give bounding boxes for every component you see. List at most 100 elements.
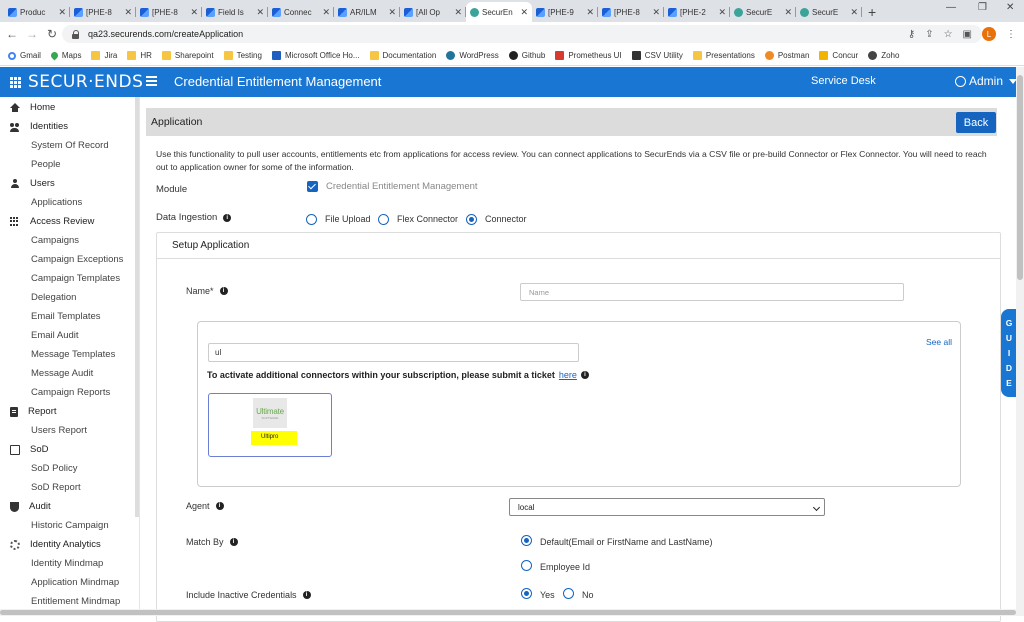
- info-icon[interactable]: i: [215, 502, 224, 510]
- close-tab-icon[interactable]: ✕: [652, 7, 660, 18]
- bookmark-item[interactable]: Github: [508, 51, 545, 60]
- browser-tab[interactable]: [PHE-8 ✕: [598, 2, 664, 22]
- bookmark-item[interactable]: Sharepoint: [161, 51, 214, 60]
- close-tab-icon[interactable]: ✕: [784, 7, 792, 18]
- close-tab-icon[interactable]: ✕: [256, 7, 264, 18]
- browser-tab[interactable]: [PHE-9 ✕: [532, 2, 598, 22]
- close-tab-icon[interactable]: ✕: [124, 7, 132, 18]
- page-vertical-scrollbar[interactable]: [1016, 67, 1024, 616]
- module-checkbox[interactable]: [307, 181, 318, 192]
- close-window-icon[interactable]: ✕: [1006, 2, 1014, 13]
- sidebar-item[interactable]: People: [0, 155, 139, 174]
- sidebar-item[interactable]: Email Audit: [0, 326, 139, 345]
- sidebar-item[interactable]: Application Mindmap: [0, 573, 139, 592]
- browser-tab[interactable]: Connec ✕: [268, 2, 334, 22]
- info-icon[interactable]: i: [302, 591, 311, 599]
- bookmark-item[interactable]: Microsoft Office Ho...: [271, 51, 360, 60]
- sidebar-item[interactable]: Email Templates: [0, 307, 139, 326]
- submit-ticket-link[interactable]: here: [559, 370, 577, 380]
- sidebar-item[interactable]: Campaign Exceptions: [0, 250, 139, 269]
- sidebar-item[interactable]: Campaign Reports: [0, 383, 139, 402]
- sidepanel-icon[interactable]: ▣: [963, 29, 972, 40]
- close-tab-icon[interactable]: ✕: [388, 7, 396, 18]
- bookmark-item[interactable]: HR: [127, 51, 152, 60]
- restore-icon[interactable]: ❐: [978, 2, 987, 13]
- sidebar-item[interactable]: Campaign Templates: [0, 269, 139, 288]
- bookmark-item[interactable]: Gmail: [8, 51, 41, 60]
- bookmark-item[interactable]: Testing: [223, 51, 262, 60]
- bookmark-item[interactable]: Postman: [764, 51, 809, 60]
- sidebar-item[interactable]: System Of Record: [0, 136, 139, 155]
- browser-tab[interactable]: SecurEn ✕: [466, 2, 532, 22]
- info-icon[interactable]: i: [219, 287, 228, 295]
- sidebar-item[interactable]: Audit: [0, 497, 139, 516]
- guide-tab[interactable]: GUIDE: [1001, 309, 1017, 397]
- sidebar-item[interactable]: SoD Report: [0, 478, 139, 497]
- close-tab-icon[interactable]: ✕: [586, 7, 594, 18]
- browser-tab[interactable]: Field Is ✕: [202, 2, 268, 22]
- forward-arrow-icon[interactable]: →: [24, 27, 40, 41]
- close-tab-icon[interactable]: ✕: [190, 7, 198, 18]
- back-button[interactable]: Back: [956, 112, 996, 133]
- name-input[interactable]: Name: [520, 283, 904, 301]
- info-icon[interactable]: i: [229, 538, 238, 546]
- browser-tab[interactable]: [All Op ✕: [400, 2, 466, 22]
- browser-tab[interactable]: AR/ILM ✕: [334, 2, 400, 22]
- connector-card-ultipro[interactable]: Ultimate SOFTWARE Ultipro: [208, 393, 332, 457]
- sidebar-item[interactable]: Historic Campaign: [0, 516, 139, 535]
- browser-tab[interactable]: [PHE-8 ✕: [136, 2, 202, 22]
- admin-menu[interactable]: Admin: [955, 74, 1018, 88]
- bookmark-item[interactable]: Concur: [819, 51, 858, 60]
- sidebar-item[interactable]: Identity Mindmap: [0, 554, 139, 573]
- radio-file-upload[interactable]: [306, 214, 317, 225]
- url-field[interactable]: qa23.securends.com/createApplication: [62, 25, 982, 43]
- radio-inactive-no[interactable]: [563, 588, 574, 599]
- bookmark-item[interactable]: Presentations: [692, 51, 755, 60]
- radio-connector[interactable]: [466, 214, 477, 225]
- reload-icon[interactable]: ↻: [44, 27, 60, 41]
- bookmark-item[interactable]: Jira: [91, 51, 117, 60]
- browser-tab[interactable]: Produc ✕: [4, 2, 70, 22]
- radio-match-default[interactable]: [521, 535, 532, 546]
- sidebar-item[interactable]: Users Report: [0, 421, 139, 440]
- sidebar-item[interactable]: SoD: [0, 440, 139, 459]
- bookmark-item[interactable]: Prometheus UI: [555, 51, 622, 60]
- browser-tab[interactable]: [PHE-8 ✕: [70, 2, 136, 22]
- close-tab-icon[interactable]: ✕: [520, 7, 528, 18]
- sidebar-item[interactable]: Report: [0, 402, 139, 421]
- bookmark-item[interactable]: Maps: [49, 50, 81, 61]
- close-tab-icon[interactable]: ✕: [850, 7, 858, 18]
- hamburger-menu-icon[interactable]: [146, 76, 157, 87]
- star-icon[interactable]: ☆: [944, 29, 953, 40]
- bookmark-item[interactable]: Documentation: [369, 51, 436, 60]
- page-horizontal-scrollbar[interactable]: [0, 609, 1016, 616]
- info-icon[interactable]: i: [223, 213, 232, 222]
- info-icon[interactable]: i: [580, 371, 589, 379]
- connector-search-input[interactable]: ul: [208, 343, 579, 362]
- sidebar-item[interactable]: Message Templates: [0, 345, 139, 364]
- securends-logo[interactable]: SECUR·ENDS: [28, 72, 143, 92]
- browser-tab[interactable]: SecurE ✕: [796, 2, 862, 22]
- radio-match-employee-id[interactable]: [521, 560, 532, 571]
- new-tab-button[interactable]: +: [868, 4, 876, 20]
- browser-menu-icon[interactable]: ⋮: [1006, 29, 1016, 40]
- sidebar-item[interactable]: Applications: [0, 193, 139, 212]
- sidebar-item[interactable]: Campaigns: [0, 231, 139, 250]
- sidebar-scrollbar[interactable]: [135, 97, 139, 517]
- bookmark-item[interactable]: WordPress: [446, 51, 499, 60]
- radio-flex-connector[interactable]: [378, 214, 389, 225]
- sidebar-item[interactable]: Access Review: [0, 212, 139, 231]
- close-tab-icon[interactable]: ✕: [58, 7, 66, 18]
- key-icon[interactable]: ⚷: [908, 29, 915, 40]
- bookmark-item[interactable]: Zoho: [868, 51, 899, 60]
- service-desk-link[interactable]: Service Desk: [811, 75, 876, 87]
- sidebar-item[interactable]: Users: [0, 174, 139, 193]
- browser-tab[interactable]: SecurE ✕: [730, 2, 796, 22]
- sidebar-item[interactable]: Delegation: [0, 288, 139, 307]
- back-arrow-icon[interactable]: ←: [4, 27, 20, 41]
- close-tab-icon[interactable]: ✕: [454, 7, 462, 18]
- profile-avatar[interactable]: L: [982, 27, 996, 41]
- close-tab-icon[interactable]: ✕: [718, 7, 726, 18]
- see-all-link[interactable]: See all: [926, 337, 952, 347]
- browser-tab[interactable]: [PHE-2 ✕: [664, 2, 730, 22]
